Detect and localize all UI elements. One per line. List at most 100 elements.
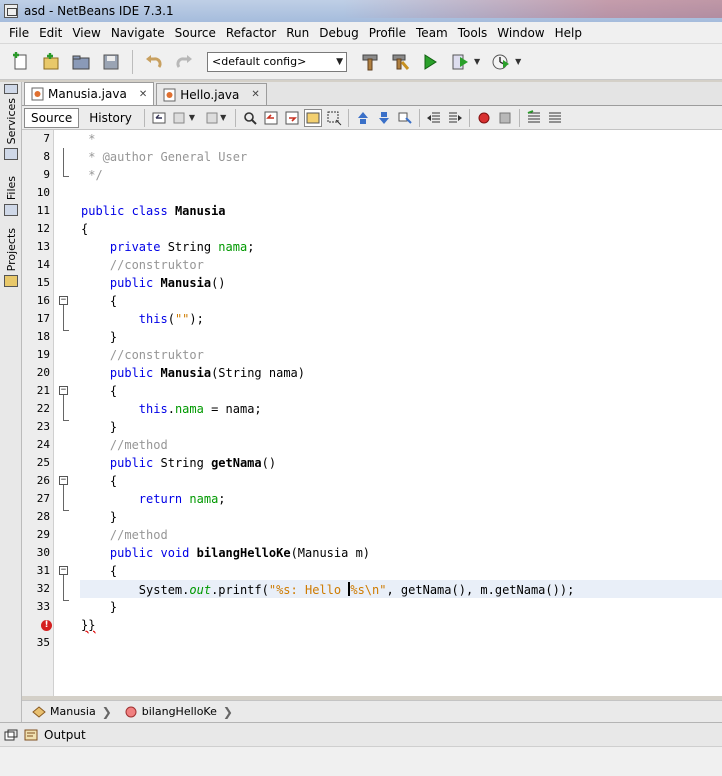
files-icon <box>4 204 18 217</box>
build-hammer-icon[interactable] <box>357 49 383 75</box>
fold-toggle-icon[interactable]: − <box>59 566 68 575</box>
menu-run[interactable]: Run <box>281 26 314 40</box>
menu-window[interactable]: Window <box>492 26 549 40</box>
line-number: 25 <box>36 456 50 469</box>
menu-file[interactable]: File <box>4 26 34 40</box>
last-edit-icon[interactable] <box>150 109 168 127</box>
forward-icon[interactable] <box>202 109 220 127</box>
next-bookmark-icon[interactable] <box>375 109 393 127</box>
code-line: 21 − { <box>22 382 722 400</box>
editor-tab-bar: Manusia.java ✕ Hello.java ✕ <box>22 82 722 106</box>
shift-right-icon[interactable] <box>446 109 464 127</box>
menu-tools[interactable]: Tools <box>453 26 493 40</box>
shift-left-icon[interactable] <box>425 109 443 127</box>
menu-profile[interactable]: Profile <box>364 26 411 40</box>
fold-toggle-icon[interactable]: − <box>59 296 68 305</box>
back-icon[interactable] <box>171 109 189 127</box>
clean-build-icon[interactable] <box>387 49 413 75</box>
code-line: 27 return nama; <box>22 490 722 508</box>
find-next-icon[interactable] <box>283 109 301 127</box>
code-line: 15 public Manusia() <box>22 274 722 292</box>
line-number: 30 <box>36 546 50 559</box>
tab-hello-java[interactable]: Hello.java ✕ <box>156 83 267 105</box>
toggle-bookmark-icon[interactable] <box>396 109 414 127</box>
find-icon[interactable] <box>241 109 259 127</box>
profile-dropdown-icon[interactable]: ▼ <box>515 57 521 66</box>
find-previous-icon[interactable] <box>262 109 280 127</box>
files-tab[interactable]: Files <box>2 176 20 217</box>
close-icon[interactable]: ✕ <box>251 89 259 100</box>
line-number: 8 <box>43 150 50 163</box>
debug-icon[interactable] <box>447 49 473 75</box>
config-dropdown[interactable]: <default config> ▼ <box>207 51 347 72</box>
line-number: 24 <box>36 438 50 451</box>
menu-view[interactable]: View <box>67 26 105 40</box>
code-text: { <box>81 294 118 308</box>
token: Manusia <box>160 276 212 290</box>
menu-debug[interactable]: Debug <box>314 26 363 40</box>
start-macro-icon[interactable] <box>475 109 493 127</box>
token: (Manusia m) <box>290 546 371 560</box>
close-icon[interactable]: ✕ <box>139 89 147 100</box>
fold-toggle-icon[interactable]: − <box>59 476 68 485</box>
menu-team[interactable]: Team <box>411 26 453 40</box>
breadcrumb-method[interactable]: bilangHelloKe ❯ <box>124 705 241 719</box>
token: private <box>109 240 161 254</box>
redo-icon[interactable] <box>171 49 197 75</box>
open-project-icon[interactable] <box>68 49 94 75</box>
new-file-icon[interactable] <box>8 49 34 75</box>
menu-edit[interactable]: Edit <box>34 26 67 40</box>
menu-bar: File Edit View Navigate Source Refactor … <box>0 22 722 44</box>
run-icon[interactable] <box>417 49 443 75</box>
code-line: 30 public void bilangHelloKe(Manusia m) <box>22 544 722 562</box>
code-line: 23 } <box>22 418 722 436</box>
debug-dropdown-icon[interactable]: ▼ <box>474 57 480 66</box>
stop-macro-icon[interactable] <box>496 109 514 127</box>
token: ( <box>167 312 175 326</box>
new-project-icon[interactable] <box>38 49 64 75</box>
previous-bookmark-icon[interactable] <box>354 109 372 127</box>
token: () <box>261 456 277 470</box>
toggle-highlight-icon[interactable] <box>304 108 323 127</box>
code-text: * <box>81 132 96 146</box>
projects-tab[interactable]: Projects <box>2 228 20 288</box>
history-view-button[interactable]: History <box>82 108 139 128</box>
back-dropdown-icon[interactable]: ▼ <box>189 113 195 122</box>
tab-manusia-java[interactable]: Manusia.java ✕ <box>24 82 155 105</box>
toolbar-separator <box>519 108 521 127</box>
class-icon <box>32 705 46 718</box>
token: nama <box>218 240 248 254</box>
left-sidebar: Services Files Projects <box>0 82 22 722</box>
output-panel-tab[interactable]: Output <box>0 722 722 746</box>
uncomment-icon[interactable] <box>546 109 564 127</box>
code-line: 35 <box>22 634 722 652</box>
line-number: 10 <box>36 186 50 199</box>
menu-source[interactable]: Source <box>170 26 221 40</box>
toggle-selection-icon[interactable] <box>325 109 343 127</box>
undo-icon[interactable] <box>141 49 167 75</box>
profile-icon[interactable] <box>488 49 514 75</box>
status-bar <box>0 746 722 776</box>
services-tab[interactable]: Services <box>2 84 20 161</box>
restore-window-icon[interactable] <box>4 84 18 94</box>
code-editor[interactable]: 7 * 8 * @author General User 9 */ 10 11 … <box>22 130 722 696</box>
source-view-button[interactable]: Source <box>24 107 80 128</box>
code-text: } <box>81 420 118 434</box>
forward-dropdown-icon[interactable]: ▼ <box>220 113 226 122</box>
code-line: 28 } <box>22 508 722 526</box>
error-icon[interactable]: ! <box>41 620 52 631</box>
menu-refactor[interactable]: Refactor <box>221 26 281 40</box>
menu-navigate[interactable]: Navigate <box>106 26 170 40</box>
comment-icon[interactable] <box>525 109 543 127</box>
menu-help[interactable]: Help <box>550 26 587 40</box>
fold-toggle-icon[interactable]: − <box>59 386 68 395</box>
restore-window-icon[interactable] <box>4 729 18 741</box>
save-all-icon[interactable] <box>98 49 124 75</box>
line-number: 13 <box>36 240 50 253</box>
breadcrumb-class[interactable]: Manusia ❯ <box>32 705 120 719</box>
output-icon <box>24 729 38 740</box>
